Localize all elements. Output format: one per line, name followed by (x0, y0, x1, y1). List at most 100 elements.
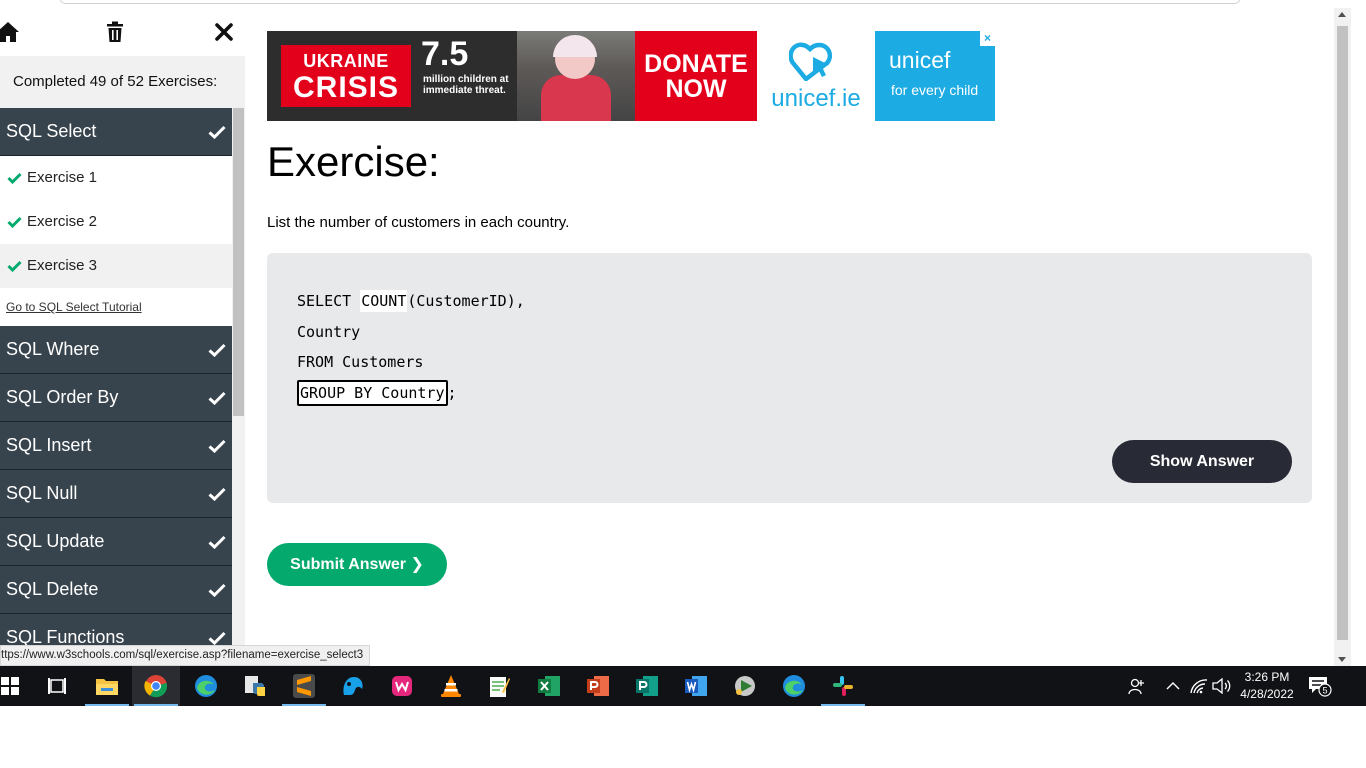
code-line-2: Country (297, 322, 361, 341)
edge-icon[interactable] (192, 672, 220, 700)
publisher-icon[interactable] (633, 672, 661, 700)
wifi-icon[interactable] (1190, 666, 1208, 706)
unicef-heart-icon (788, 41, 843, 86)
page-scrollbar[interactable] (1334, 8, 1351, 666)
check-icon (7, 156, 23, 200)
exercise-item-3[interactable]: Exercise 3 (0, 244, 232, 288)
ad-close-icon[interactable]: × (980, 31, 995, 46)
blank-area-below-taskbar (0, 706, 1366, 768)
exercise-item-2[interactable]: Exercise 2 (0, 200, 232, 244)
ukraine-crisis-badge: UKRAINE CRISIS (281, 45, 411, 107)
sidebar-category-sql-select[interactable]: SQL Select (0, 108, 232, 156)
check-icon (208, 108, 226, 155)
crisis-line-1: UKRAINE (303, 51, 389, 71)
sql-code: SELECT COUNT(CustomerID), Country FROM C… (297, 286, 525, 408)
sidebar-category-sql-order-by[interactable]: SQL Order By (0, 374, 232, 422)
app-blue-icon[interactable] (339, 672, 367, 700)
check-icon (208, 470, 226, 517)
clock-time: 3:26 PM (1244, 670, 1290, 684)
ad-crisis-panel: UKRAINE CRISIS 7.5 million children at i… (267, 31, 635, 121)
code-line-1: SELECT COUNT(CustomerID), (297, 286, 525, 317)
exercise-label: Exercise 2 (27, 213, 98, 230)
sublime-text-icon[interactable] (282, 672, 326, 706)
word-icon[interactable] (682, 672, 710, 700)
chrome-icon[interactable] (134, 672, 178, 706)
sidebar-category-sql-null[interactable]: SQL Null (0, 470, 232, 518)
answer-field-1[interactable]: COUNT (360, 290, 408, 312)
child-coat (541, 75, 611, 121)
tray-chevron-up-icon[interactable] (1166, 666, 1180, 706)
trash-icon[interactable] (101, 18, 129, 46)
code-line-4: GROUP BY Country; (297, 378, 525, 409)
unicef-ad-banner[interactable]: UKRAINE CRISIS 7.5 million children at i… (267, 31, 995, 121)
exercise-description: List the number of customers in each cou… (267, 214, 570, 231)
people-icon[interactable] (1128, 666, 1146, 706)
unicef-ie-panel: unicef.ie (757, 31, 875, 121)
powerpoint-icon[interactable] (584, 672, 612, 700)
sidebar-category-sql-delete[interactable]: SQL Delete (0, 566, 232, 614)
unicef-ie-text: unicef.ie (771, 85, 861, 112)
volume-icon[interactable] (1212, 666, 1232, 706)
media-app-icon[interactable] (731, 672, 759, 700)
code-line-3: FROM Customers (297, 353, 424, 371)
main-content: UKRAINE CRISIS 7.5 million children at i… (245, 8, 1334, 666)
sidebar-toolbar (0, 8, 245, 56)
excel-icon[interactable] (535, 672, 563, 700)
scroll-up-arrow-icon[interactable] (1338, 12, 1346, 17)
page-scroll-thumb[interactable] (1337, 26, 1348, 640)
slack-icon[interactable] (821, 672, 865, 706)
exercise-label: Exercise 1 (27, 169, 98, 186)
unicef-tagline: for every child (891, 82, 979, 98)
check-icon (7, 244, 23, 288)
sidebar-category-sql-insert[interactable]: SQL Insert (0, 422, 232, 470)
sidebar-category-sql-where[interactable]: SQL Where (0, 326, 232, 374)
category-label: SQL Insert (6, 435, 92, 455)
edge-icon-2[interactable] (780, 672, 808, 700)
home-icon[interactable] (0, 18, 22, 46)
submit-answer-button[interactable]: Submit Answer ❯ (267, 543, 447, 586)
unicef-logo-text: unicef (889, 47, 951, 73)
taskbar-clock[interactable]: 3:26 PM 4/28/2022 (1234, 669, 1300, 703)
address-bar-edge (60, 0, 1240, 4)
progress-text: Completed 49 of 52 Exercises: (0, 56, 245, 108)
file-explorer-icon[interactable] (85, 672, 129, 706)
tutorial-link[interactable]: Go to SQL Select Tutorial (6, 300, 142, 314)
show-answer-button[interactable]: Show Answer (1112, 440, 1292, 483)
category-label: SQL Functions (6, 627, 125, 647)
windows-start-icon[interactable] (0, 672, 24, 700)
sidebar-scroll-thumb[interactable] (233, 108, 244, 416)
donate-now-button[interactable]: DONATE NOW (635, 31, 757, 121)
answer-field-2[interactable]: GROUP BY Country (297, 379, 448, 406)
close-icon[interactable] (210, 18, 238, 46)
tutorial-link-row: Go to SQL Select Tutorial (0, 288, 232, 326)
donate-line-2: NOW (665, 75, 727, 103)
exercise-list: SQL Select Exercise 1 Exercise 2 Exercis… (0, 108, 232, 662)
vlc-icon[interactable] (437, 672, 465, 700)
unicef-logo-panel: unicef for every child × (875, 31, 995, 121)
category-label: SQL Order By (6, 387, 119, 407)
check-icon (208, 422, 226, 469)
exercise-item-1[interactable]: Exercise 1 (0, 156, 232, 200)
category-label: SQL Update (6, 531, 105, 551)
exercise-label: Exercise 3 (27, 257, 98, 274)
python-icon[interactable] (241, 672, 269, 700)
code-text: SELECT (297, 292, 361, 310)
child-photo (517, 31, 635, 121)
sidebar-category-sql-update[interactable]: SQL Update (0, 518, 232, 566)
exercise-sidebar: Completed 49 of 52 Exercises: SQL Select… (0, 8, 245, 666)
sidebar-scrollbar[interactable] (232, 108, 245, 666)
task-view-icon[interactable] (43, 672, 71, 700)
notification-center-icon[interactable]: 5 (1308, 666, 1332, 706)
children-count: 7.5 (421, 35, 469, 73)
category-label: SQL Select (6, 121, 97, 141)
check-icon (208, 326, 226, 373)
notepad-icon[interactable] (485, 672, 513, 700)
code-text: ; (447, 383, 457, 402)
scroll-down-arrow-icon[interactable] (1338, 657, 1346, 662)
clock-date: 4/28/2022 (1240, 687, 1294, 701)
children-subtext: million children at immediate threat. (423, 74, 509, 96)
category-label: SQL Where (6, 339, 100, 359)
crisis-line-2: CRISIS (292, 71, 400, 104)
category-label: SQL Delete (6, 579, 99, 599)
wamp-icon[interactable] (388, 672, 416, 700)
